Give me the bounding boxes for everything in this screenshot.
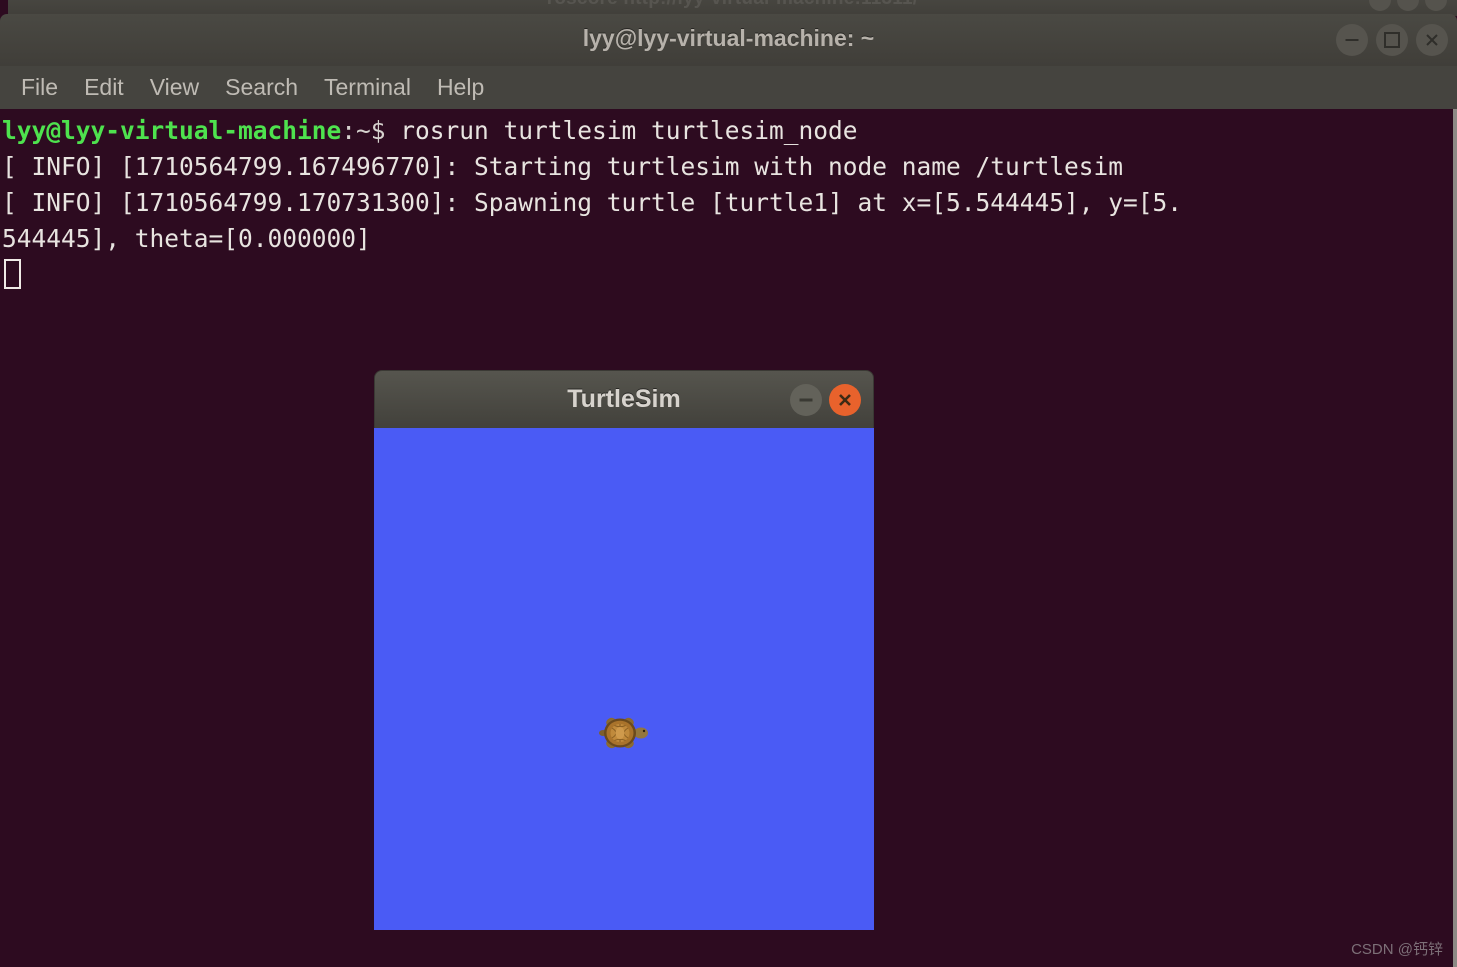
prompt-separator: : — [341, 116, 357, 145]
terminal-output-line: 544445], theta=[0.000000] — [2, 224, 371, 253]
turtlesim-titlebar[interactable]: TurtleSim — [374, 370, 874, 428]
terminal-prompt-line: lyy@lyy-virtual-machine:~$ rosrun turtle… — [0, 113, 1457, 149]
turtlesim-canvas[interactable] — [374, 428, 874, 930]
menu-item-search[interactable]: Search — [212, 72, 311, 103]
roscore-maximize-button[interactable] — [1397, 0, 1419, 11]
terminal-close-button[interactable] — [1416, 24, 1448, 56]
roscore-window-title: roscore http://lyy-virtual-machine:11311… — [8, 0, 1457, 10]
turtlesim-window: TurtleSim — [374, 370, 874, 930]
terminal-maximize-button[interactable] — [1376, 24, 1408, 56]
terminal-title: lyy@lyy-virtual-machine: ~ — [582, 25, 875, 51]
menu-item-file[interactable]: File — [8, 72, 71, 103]
menu-item-terminal[interactable]: Terminal — [311, 72, 424, 103]
watermark: CSDN @钙锌 — [1351, 941, 1443, 958]
turtle-sprite — [599, 717, 648, 749]
close-icon — [839, 394, 851, 406]
terminal-output-line: [ INFO] [1710564799.167496770]: Starting… — [2, 152, 1124, 181]
turtlesim-minimize-button[interactable] — [790, 384, 822, 416]
terminal-window-controls — [1336, 24, 1448, 56]
terminal-scrollbar[interactable] — [1453, 109, 1457, 967]
prompt-path: ~$ — [356, 116, 386, 145]
terminal-menubar: File Edit View Search Terminal Help — [0, 66, 1457, 109]
terminal-cursor — [4, 259, 21, 289]
menu-item-view[interactable]: View — [137, 72, 212, 103]
terminal-output-line: [ INFO] [1710564799.170731300]: Spawning… — [2, 188, 1183, 217]
turtlesim-close-button[interactable] — [829, 384, 861, 416]
roscore-close-button[interactable] — [1425, 0, 1447, 11]
turtlesim-window-controls — [790, 384, 861, 416]
menu-item-edit[interactable]: Edit — [71, 72, 137, 103]
screen: roscore http://lyy-virtual-machine:11311… — [0, 0, 1457, 967]
terminal-titlebar[interactable]: lyy@lyy-virtual-machine: ~ — [0, 14, 1457, 66]
terminal-command: rosrun turtlesim turtlesim_node — [385, 116, 858, 145]
menu-item-help[interactable]: Help — [424, 72, 497, 103]
roscore-minimize-button[interactable] — [1369, 0, 1391, 11]
prompt-user-host: lyy@lyy-virtual-machine — [2, 116, 342, 145]
roscore-window-buttons — [1369, 0, 1447, 11]
close-icon — [1426, 34, 1438, 46]
terminal-cursor-line — [0, 257, 1457, 293]
terminal-minimize-button[interactable] — [1336, 24, 1368, 56]
